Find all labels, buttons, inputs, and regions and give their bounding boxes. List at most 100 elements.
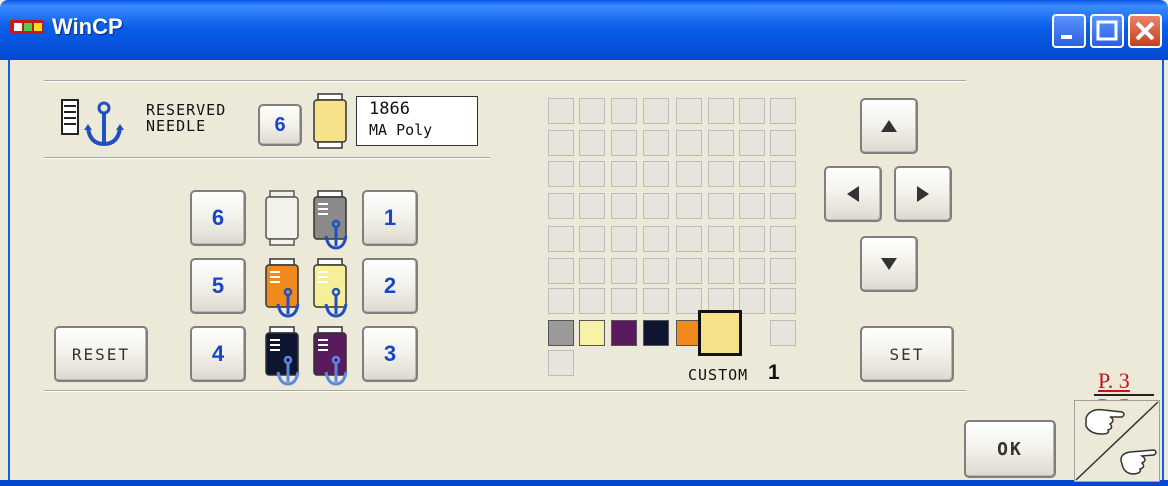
palette-empty-cell[interactable] (739, 258, 765, 284)
palette-swatch[interactable] (579, 320, 605, 346)
selected-color-swatch[interactable] (698, 310, 742, 356)
palette-empty-cell[interactable] (579, 161, 605, 187)
palette-empty-cell[interactable] (643, 258, 669, 284)
palette-empty-cell[interactable] (643, 130, 669, 156)
window-title: WinCP (52, 14, 123, 39)
spool-needle-3[interactable] (310, 326, 350, 386)
arrow-up-icon (881, 120, 897, 132)
needle-4-button[interactable]: 4 (190, 326, 246, 382)
palette-empty-cell[interactable] (770, 288, 796, 314)
right-arrow-button[interactable] (894, 166, 952, 222)
palette-empty-cell[interactable] (611, 193, 637, 219)
palette-empty-cell[interactable] (548, 161, 574, 187)
palette-empty-cell[interactable] (579, 288, 605, 314)
palette-empty-cell[interactable] (579, 98, 605, 124)
needle-1-button[interactable]: 1 (362, 190, 418, 246)
palette-empty-cell[interactable] (676, 193, 702, 219)
palette-empty-cell[interactable] (739, 161, 765, 187)
needle-5-button[interactable]: 5 (190, 258, 246, 314)
palette-empty-cell[interactable] (548, 193, 574, 219)
maximize-button[interactable] (1090, 14, 1124, 48)
palette-empty-cell[interactable] (643, 161, 669, 187)
reserved-needle-button[interactable]: 6 (258, 104, 302, 146)
palette-empty-cell[interactable] (579, 193, 605, 219)
needle-2-button[interactable]: 2 (362, 258, 418, 314)
custom-label: CUSTOM (688, 366, 749, 384)
set-button[interactable]: SET (860, 326, 954, 382)
needle-3-button[interactable]: 3 (362, 326, 418, 382)
palette-empty-cell[interactable] (770, 193, 796, 219)
palette-empty-cell[interactable] (708, 193, 734, 219)
palette-empty-cell[interactable] (676, 161, 702, 187)
reset-button[interactable]: RESET (54, 326, 148, 382)
palette-empty-cell[interactable] (676, 98, 702, 124)
palette-empty-cell[interactable] (548, 258, 574, 284)
palette-empty-cell[interactable] (739, 226, 765, 252)
palette-empty-cell[interactable] (739, 193, 765, 219)
palette-empty-cell[interactable] (739, 98, 765, 124)
palette-empty-cell[interactable] (676, 130, 702, 156)
thread-code: 1866 (369, 99, 410, 119)
minimize-button[interactable] (1052, 14, 1086, 48)
palette-empty-cell[interactable] (708, 98, 734, 124)
thread-info-box: 1866 MA Poly (356, 96, 478, 146)
palette-empty-cell[interactable] (579, 130, 605, 156)
palette-empty-cell[interactable] (579, 258, 605, 284)
spool-needle-1[interactable] (310, 190, 350, 250)
needle-6-button[interactable]: 6 (190, 190, 246, 246)
spool-needle-5[interactable] (262, 258, 302, 318)
maximize-icon (1096, 20, 1118, 41)
up-arrow-button[interactable] (860, 98, 918, 154)
down-arrow-button[interactable] (860, 236, 918, 292)
palette-empty-cell[interactable] (611, 288, 637, 314)
palette-empty-cell[interactable] (611, 161, 637, 187)
palette-empty-cell[interactable] (643, 98, 669, 124)
palette-empty-cell[interactable] (676, 226, 702, 252)
spool-needle-4[interactable] (262, 326, 302, 386)
arrow-left-icon (847, 186, 859, 202)
palette-empty-cell[interactable] (708, 130, 734, 156)
ok-button[interactable]: OK (964, 420, 1056, 478)
palette-empty-cell[interactable] (770, 161, 796, 187)
palette-empty-cell[interactable] (770, 320, 796, 346)
palette-swatch[interactable] (611, 320, 637, 346)
current-page: P. 3 (1098, 368, 1130, 393)
palette-empty-cell[interactable] (770, 130, 796, 156)
left-arrow-button[interactable] (824, 166, 882, 222)
arrow-down-icon (881, 258, 897, 270)
spool-needle-2[interactable] (310, 258, 350, 318)
palette-empty-cell[interactable] (579, 226, 605, 252)
palette-empty-cell[interactable] (770, 258, 796, 284)
palette-empty-cell[interactable] (708, 161, 734, 187)
palette-empty-cell[interactable] (643, 288, 669, 314)
close-button[interactable] (1128, 14, 1162, 48)
app-icon (10, 20, 44, 34)
title-bar[interactable]: WinCP (0, 0, 1168, 60)
palette-empty-cell[interactable] (643, 226, 669, 252)
palette-empty-cell[interactable] (611, 98, 637, 124)
palette-swatch[interactable] (548, 320, 574, 346)
palette-swatch[interactable] (643, 320, 669, 346)
palette-empty-cell[interactable] (548, 130, 574, 156)
palette-empty-cell[interactable] (548, 288, 574, 314)
reserved-label-line2: NEEDLE (146, 117, 207, 135)
palette-empty-cell[interactable] (548, 350, 574, 376)
palette-empty-cell[interactable] (611, 130, 637, 156)
top-divider (44, 80, 966, 82)
palette-empty-cell[interactable] (739, 288, 765, 314)
palette-empty-cell[interactable] (548, 226, 574, 252)
palette-empty-cell[interactable] (770, 226, 796, 252)
palette-empty-cell[interactable] (708, 226, 734, 252)
spool-needle-6[interactable] (262, 190, 302, 246)
palette-empty-cell[interactable] (770, 98, 796, 124)
arrow-right-icon (917, 186, 929, 202)
palette-empty-cell[interactable] (611, 226, 637, 252)
palette-empty-cell[interactable] (611, 258, 637, 284)
palette-empty-cell[interactable] (548, 98, 574, 124)
page-turn-button[interactable] (1074, 400, 1160, 482)
palette-empty-cell[interactable] (676, 258, 702, 284)
palette-empty-cell[interactable] (643, 193, 669, 219)
thread-name: MA Poly (369, 121, 433, 139)
palette-empty-cell[interactable] (708, 258, 734, 284)
palette-empty-cell[interactable] (739, 130, 765, 156)
